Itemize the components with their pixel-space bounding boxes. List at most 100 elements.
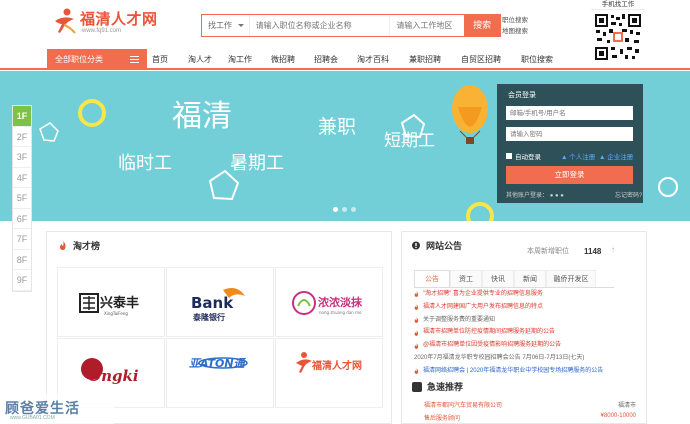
- qq-icon[interactable]: ●: [550, 193, 554, 199]
- notice-item[interactable]: 福清网络招聘会 | 2020年福清龙华职业中学校园专场招聘服务的公告: [414, 365, 639, 378]
- login-button[interactable]: 立即登录: [506, 166, 633, 184]
- floor-1[interactable]: 1F: [13, 106, 31, 127]
- banner-text-summer: 暑期工: [230, 153, 284, 174]
- remember-toggle[interactable]: 自动登录: [506, 151, 541, 161]
- floor-6[interactable]: 6F: [13, 209, 31, 229]
- nav-item-wiki[interactable]: 淘才百科: [357, 49, 409, 70]
- urgent-job-company[interactable]: 福清市都同汽车贸易有限公司: [424, 400, 502, 409]
- notice-item-text: 关于调整服务费的重要通知: [423, 316, 496, 323]
- menu-icon: [130, 56, 139, 63]
- nav-item-home[interactable]: 首页: [152, 49, 188, 70]
- notice-panel: 网站公告 本周新增职位 1148 ↑ 公告 资工 快讯 新闻 融侨开发区 "淘才…: [401, 231, 647, 424]
- nav-item-part-time[interactable]: 兼职招聘: [409, 49, 461, 70]
- floor-nav: 1F 2F 3F 4F 5F 6F 7F 8F 9F: [12, 105, 32, 292]
- personal-register-link[interactable]: ▲ 个人注册: [561, 151, 595, 161]
- nav-item-talent[interactable]: 淘人才: [188, 49, 228, 70]
- banner-text-parttime: 兼职: [318, 116, 356, 138]
- fire-icon: [414, 317, 419, 323]
- floor-7[interactable]: 7F: [13, 229, 31, 250]
- watermark-url: www.GUBA01.COM: [10, 415, 55, 421]
- logo-xingtaifeng-text: 兴泰丰: [100, 295, 139, 311]
- logo-ongki-text: Ongki: [88, 367, 139, 385]
- notice-item[interactable]: @福清市招聘单位因受疫情影响招聘服务延期的公告: [414, 339, 639, 352]
- search-links: 职位搜索 地图搜索: [502, 15, 528, 37]
- nav-item-job-fair[interactable]: 招聘会: [314, 49, 357, 70]
- notice-item[interactable]: 关于调整服务费的重要通知: [414, 314, 639, 327]
- notice-item[interactable]: "淘才招聘" 喜为企业提供专业的招聘信息服务: [414, 288, 639, 301]
- floor-4[interactable]: 4F: [13, 168, 31, 188]
- password-input[interactable]: [506, 127, 633, 141]
- carousel-dot[interactable]: [351, 207, 356, 212]
- tab-salary[interactable]: 资工: [450, 270, 482, 287]
- keyword-input[interactable]: [249, 15, 390, 36]
- carousel-dot[interactable]: [342, 207, 347, 212]
- weekly-new-count: 1148: [584, 247, 602, 256]
- username-input[interactable]: [506, 106, 633, 120]
- notice-item[interactable]: 福清人才网建国广大用户发布招聘信息的特点: [414, 301, 639, 314]
- site-logo[interactable]: 福清人才网 www.fq91.com: [52, 6, 157, 36]
- company-logo-cell[interactable]: 亚ATON通: [166, 338, 274, 408]
- area-input[interactable]: [389, 15, 465, 36]
- all-categories-button[interactable]: 全部职位分类: [47, 49, 147, 70]
- floor-3[interactable]: 3F: [13, 147, 31, 168]
- floor-5[interactable]: 5F: [13, 188, 31, 209]
- login-panel: 会员登录 自动登录 ▲ 个人注册 ▲ 企业注册 立即登录 其他账户登录： ● ●…: [497, 84, 643, 203]
- talent-panel-header: 淘才榜: [47, 232, 391, 260]
- search-button[interactable]: 搜索: [464, 15, 500, 36]
- company-logo-cell[interactable]: 兴泰丰 XingTaiFeng: [57, 267, 165, 337]
- search-bar: 找工作 搜索: [201, 14, 501, 37]
- arrow-up-icon: ↑: [611, 245, 615, 254]
- logo-figure-icon: [55, 8, 76, 34]
- company-register-label: 企业注册: [607, 154, 634, 161]
- fire-icon: [60, 241, 66, 250]
- weibo-icon[interactable]: ●: [555, 193, 559, 199]
- company-logo-cell[interactable]: 浓浓淡抹 nong zhuang dan mo: [275, 267, 383, 337]
- floor-8[interactable]: 8F: [13, 250, 31, 270]
- tab-announcement[interactable]: 公告: [414, 270, 450, 287]
- personal-register-label: 个人注册: [569, 154, 596, 161]
- fire-icon: [414, 368, 419, 374]
- talent-panel-title: 淘才榜: [73, 241, 101, 251]
- floor-2[interactable]: 2F: [13, 127, 31, 147]
- tab-development-zone[interactable]: 融侨开发区: [546, 270, 596, 287]
- urgent-job-salary: ¥8000-10000: [600, 413, 636, 419]
- remember-label: 自动登录: [515, 154, 541, 161]
- map-search-link[interactable]: 地图搜索: [502, 26, 528, 37]
- urgent-icon: [412, 381, 422, 392]
- company-register-link[interactable]: ▲ 企业注册: [599, 151, 633, 161]
- floor-9[interactable]: 9F: [13, 270, 31, 291]
- company-logo-nongnong: 浓浓淡抹 nong zhuang dan mo: [292, 291, 363, 315]
- company-logo-cell[interactable]: 福清人才网: [275, 338, 383, 408]
- fire-icon: [414, 342, 419, 349]
- search-type-select[interactable]: 找工作: [202, 15, 250, 36]
- fire-icon: [414, 329, 419, 336]
- tab-news[interactable]: 新闻: [514, 270, 546, 287]
- notice-tabs: 公告 资工 快讯 新闻 融侨开发区: [414, 270, 614, 288]
- company-logo-aton: 亚ATON通: [189, 357, 248, 370]
- watermark: 顾爸爱生活 www.GUBA01.COM: [0, 394, 114, 424]
- banner-text-fuqing: 福清: [172, 99, 232, 134]
- nav-list: 首页 淘人才 淘工作 微招聘 招聘会 淘才百科 兼职招聘 自贸区招聘 职位搜索: [152, 49, 561, 70]
- login-title: 会员登录: [508, 92, 536, 99]
- notice-item-text: 福清网络招聘会 | 2020年福清龙华职业中学校园专场招聘服务的公告: [423, 367, 604, 374]
- logo-bank-sub: 泰隆银行: [192, 312, 225, 322]
- urgent-job-title[interactable]: 售后服务顾问: [424, 413, 460, 422]
- notice-item[interactable]: 福清市招聘单位防控疫情期间招聘服务延期的公告: [414, 326, 639, 339]
- nav-item-job-search[interactable]: 职位搜索: [521, 49, 561, 70]
- carousel-dot[interactable]: [333, 207, 338, 212]
- job-search-link[interactable]: 职位搜索: [502, 15, 528, 26]
- wechat-icon[interactable]: ●: [560, 193, 564, 199]
- notice-item[interactable]: 2020年7月福清龙华职专校园招聘会公告 7月06日-7月13日(七天): [414, 352, 639, 365]
- forgot-password-link[interactable]: 忘记密码?: [615, 190, 642, 199]
- company-logo-cell[interactable]: Bank 泰隆银行: [166, 267, 274, 337]
- notice-panel-title: 网站公告: [426, 241, 463, 251]
- logo-url: www.fq91.com: [82, 28, 122, 34]
- nav-item-jobs[interactable]: 淘工作: [228, 49, 271, 70]
- nav-item-micro-recruit[interactable]: 微招聘: [271, 49, 314, 70]
- weekly-new-label: 本周新增职位: [527, 248, 569, 255]
- logo-aton-text: 亚ATON通: [189, 357, 247, 370]
- logo-nongnong-text: 浓浓淡抹: [318, 295, 363, 309]
- nav-item-ftz[interactable]: 自贸区招聘: [461, 49, 521, 70]
- tab-flash[interactable]: 快讯: [482, 270, 514, 287]
- remember-checkbox[interactable]: [506, 153, 512, 159]
